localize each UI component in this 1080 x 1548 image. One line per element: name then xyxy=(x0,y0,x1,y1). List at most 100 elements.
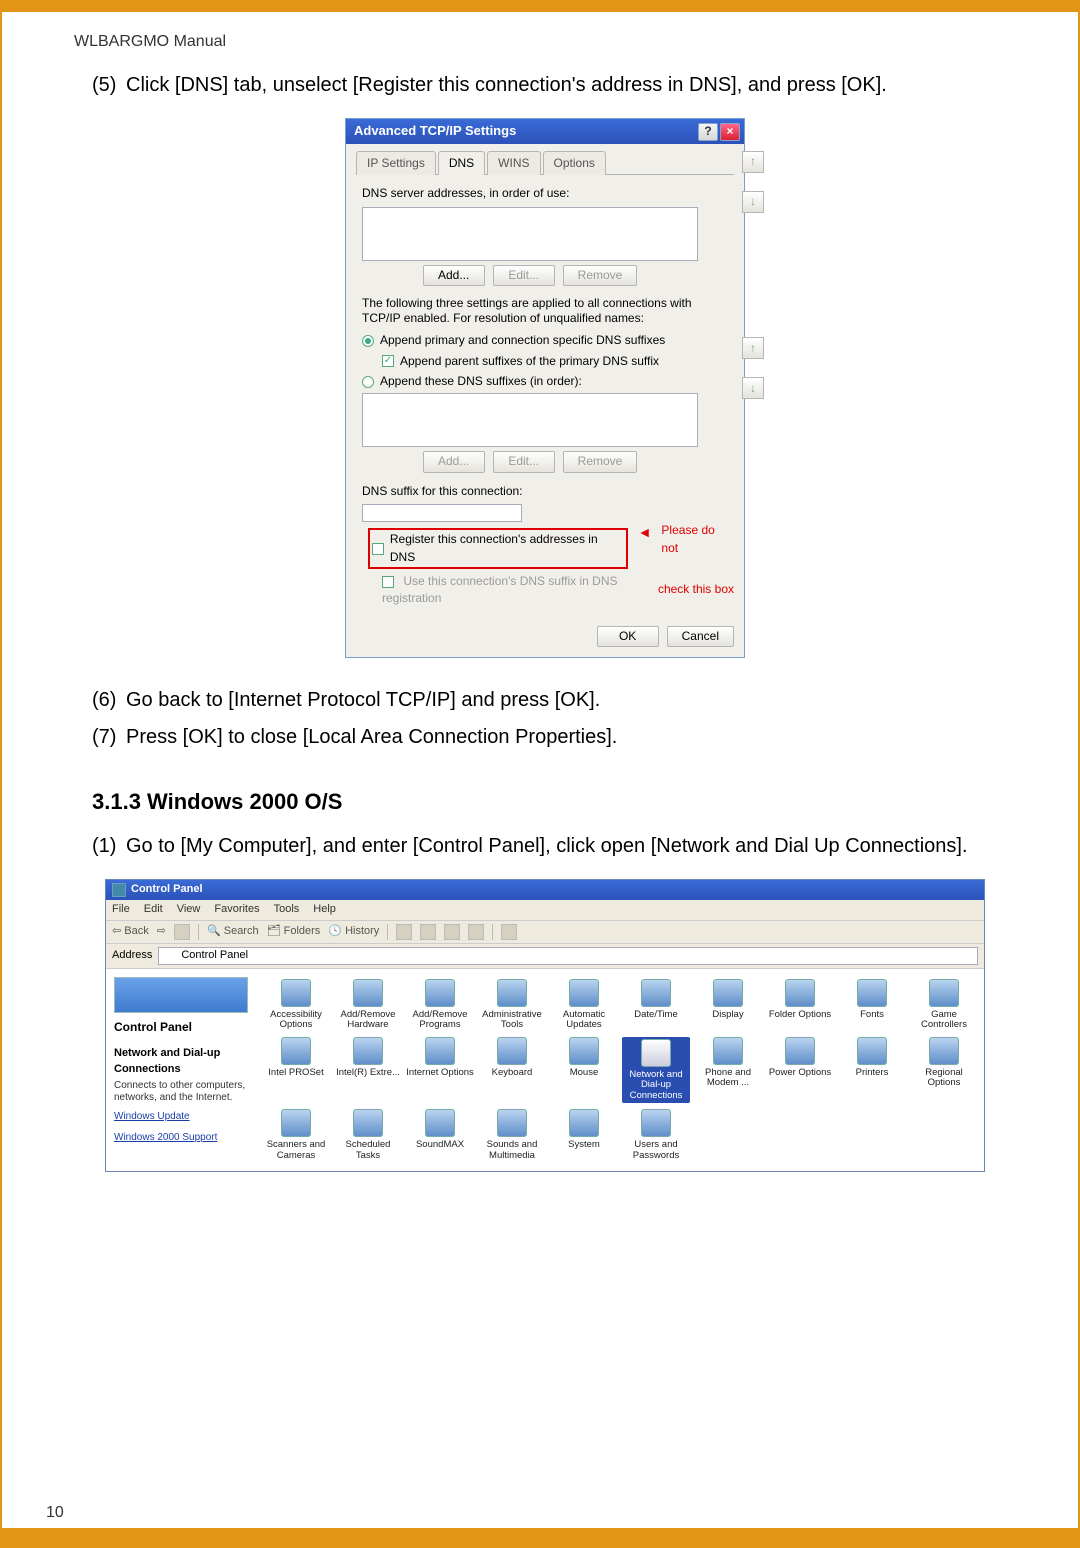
dns-remove-button[interactable]: Remove xyxy=(563,265,638,286)
cp-icon-item[interactable]: Network and Dial-up Connections xyxy=(622,1037,690,1103)
cp-icon-item[interactable]: Internet Options xyxy=(406,1037,474,1103)
step-7: (7) Press [OK] to close [Local Area Conn… xyxy=(92,723,998,752)
app-icon xyxy=(641,1109,671,1137)
chk-append-parent-label: Append parent suffixes of the primary DN… xyxy=(400,353,659,370)
radio-append-these[interactable]: Append these DNS suffixes (in order): xyxy=(362,373,728,390)
cp-icon-item[interactable]: Date/Time xyxy=(622,979,690,1031)
tab-wins[interactable]: WINS xyxy=(487,151,540,175)
suffix-add-button[interactable]: Add... xyxy=(423,451,485,472)
move-up-button[interactable]: ↑ xyxy=(742,151,764,173)
folders-button[interactable]: 🗂 Folders xyxy=(267,924,321,940)
cp-icon-label: Internet Options xyxy=(406,1068,474,1078)
cp-icon-item[interactable]: Scanners and Cameras xyxy=(262,1109,330,1161)
cp-icon-item[interactable]: Scheduled Tasks xyxy=(334,1109,402,1161)
menu-view[interactable]: View xyxy=(177,902,201,918)
cp-left-selected: Network and Dial-up Connections xyxy=(114,1046,248,1078)
search-button[interactable]: 🔍 Search xyxy=(207,924,259,940)
move-down-button[interactable]: ↓ xyxy=(742,191,764,213)
chk-register-dns[interactable]: Register this connection's addresses in … xyxy=(368,528,628,569)
step-5-num: (5) xyxy=(92,71,126,100)
cp-icon-item[interactable]: SoundMAX xyxy=(406,1109,474,1161)
cp-icon-item[interactable]: Add/Remove Programs xyxy=(406,979,474,1031)
help-button[interactable]: ? xyxy=(698,123,718,141)
cp-icon-item[interactable]: Mouse xyxy=(550,1037,618,1103)
address-input[interactable]: Control Panel xyxy=(158,947,978,965)
menu-edit[interactable]: Edit xyxy=(144,902,163,918)
cp-icon-item[interactable]: Add/Remove Hardware xyxy=(334,979,402,1031)
doc-header: WLBARGMO Manual xyxy=(2,12,1078,63)
menu-favorites[interactable]: Favorites xyxy=(214,902,259,918)
menu-file[interactable]: File xyxy=(112,902,130,918)
app-icon xyxy=(425,1109,455,1137)
suffix-remove-button[interactable]: Remove xyxy=(563,451,638,472)
toolbar-icon[interactable] xyxy=(420,924,436,940)
cp-icon-label: Administrative Tools xyxy=(478,1010,546,1031)
cp-icon-item[interactable]: Users and Passwords xyxy=(622,1109,690,1161)
cp-icon-item[interactable]: Accessibility Options xyxy=(262,979,330,1031)
cp-icon-item[interactable]: Sounds and Multimedia xyxy=(478,1109,546,1161)
toolbar-icon[interactable] xyxy=(444,924,460,940)
radio-append-primary[interactable]: Append primary and connection specific D… xyxy=(362,332,728,349)
toolbar-icon[interactable] xyxy=(396,924,412,940)
cp-icon-label: System xyxy=(550,1140,618,1150)
cp-icon-label: Mouse xyxy=(550,1068,618,1078)
cp-icon-item[interactable]: Intel PROSet xyxy=(262,1037,330,1103)
suffix-input[interactable] xyxy=(362,504,522,522)
app-icon xyxy=(425,1037,455,1065)
step-b1-num: (1) xyxy=(92,832,126,861)
link-windows-update[interactable]: Windows Update xyxy=(114,1110,248,1125)
step-6-num: (6) xyxy=(92,686,126,715)
cp-icon-item[interactable]: Display xyxy=(694,979,762,1031)
suffix-edit-button[interactable]: Edit... xyxy=(493,451,555,472)
toolbar-icon[interactable] xyxy=(468,924,484,940)
annotation-line2: check this box xyxy=(658,581,734,598)
dns-edit-button[interactable]: Edit... xyxy=(493,265,555,286)
chk-register-label: Register this connection's addresses in … xyxy=(390,531,624,566)
close-button[interactable]: × xyxy=(720,123,740,141)
cp-icon-label: Automatic Updates xyxy=(550,1010,618,1031)
address-icon xyxy=(163,949,177,963)
ok-button[interactable]: OK xyxy=(597,626,659,647)
menu-help[interactable]: Help xyxy=(313,902,336,918)
link-win2000-support[interactable]: Windows 2000 Support xyxy=(114,1131,248,1146)
cp-icon-item[interactable]: Folder Options xyxy=(766,979,834,1031)
suffix-move-up-button[interactable]: ↑ xyxy=(742,337,764,359)
step-6-text: Go back to [Internet Protocol TCP/IP] an… xyxy=(126,686,998,715)
tab-ip-settings[interactable]: IP Settings xyxy=(356,151,436,175)
menu-tools[interactable]: Tools xyxy=(274,902,300,918)
cp-icon-label: Sounds and Multimedia xyxy=(478,1140,546,1161)
history-button[interactable]: 🕓 History xyxy=(328,924,379,940)
app-icon xyxy=(857,979,887,1007)
toolbar-icon[interactable] xyxy=(501,924,517,940)
up-icon[interactable] xyxy=(174,924,190,940)
cp-icon-item[interactable]: Printers xyxy=(838,1037,906,1103)
tab-strip: IP Settings DNS WINS Options xyxy=(356,150,734,175)
cp-icon-item[interactable]: Regional Options xyxy=(910,1037,978,1103)
tab-options[interactable]: Options xyxy=(543,151,606,175)
dns-servers-label: DNS server addresses, in order of use: xyxy=(362,185,734,202)
forward-button[interactable]: ⇨ xyxy=(157,924,166,940)
chk-append-parent[interactable]: Append parent suffixes of the primary DN… xyxy=(382,353,728,370)
cp-icon-item[interactable]: Keyboard xyxy=(478,1037,546,1103)
app-icon xyxy=(353,979,383,1007)
dns-server-list[interactable] xyxy=(362,207,698,261)
cp-icon-item[interactable]: Automatic Updates xyxy=(550,979,618,1031)
suffix-for-connection-label: DNS suffix for this connection: xyxy=(362,483,734,500)
cancel-button[interactable]: Cancel xyxy=(667,626,734,647)
cp-icon-item[interactable]: Fonts xyxy=(838,979,906,1031)
tab-dns[interactable]: DNS xyxy=(438,151,485,175)
dns-suffix-list[interactable] xyxy=(362,393,698,447)
dns-add-button[interactable]: Add... xyxy=(423,265,485,286)
address-value: Control Panel xyxy=(181,948,248,964)
cp-icon-item[interactable]: Phone and Modem ... xyxy=(694,1037,762,1103)
step-b1-text: Go to [My Computer], and enter [Control … xyxy=(126,832,998,861)
cp-icon-item[interactable]: Game Controllers xyxy=(910,979,978,1031)
cp-icon-item[interactable]: System xyxy=(550,1109,618,1161)
cp-icon-item[interactable]: Administrative Tools xyxy=(478,979,546,1031)
suffix-move-down-button[interactable]: ↓ xyxy=(742,377,764,399)
cp-icon-item[interactable]: Intel(R) Extre... xyxy=(334,1037,402,1103)
back-button[interactable]: ⇦ Back xyxy=(112,924,149,940)
app-icon xyxy=(569,1109,599,1137)
figure-tcpip-dialog: Advanced TCP/IP Settings ? × IP Settings… xyxy=(92,118,998,658)
cp-icon-item[interactable]: Power Options xyxy=(766,1037,834,1103)
